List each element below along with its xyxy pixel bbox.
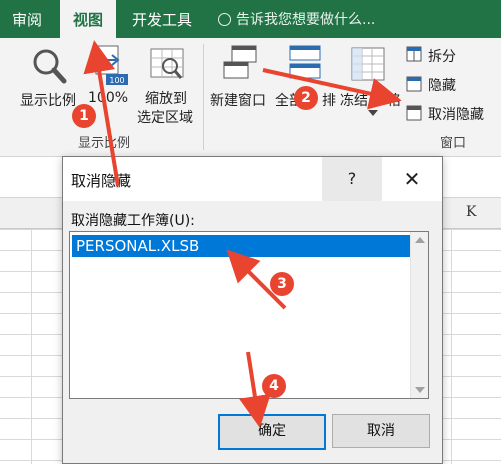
callout-2: 2 <box>294 86 318 110</box>
arrow-1 <box>83 40 120 187</box>
arrow-4 <box>239 351 271 428</box>
callout-3: 3 <box>270 272 294 296</box>
callout-4: 4 <box>262 374 286 398</box>
annotation-arrows <box>83 40 402 428</box>
callout-1: 1 <box>72 104 96 128</box>
arrow-2 <box>262 68 402 110</box>
